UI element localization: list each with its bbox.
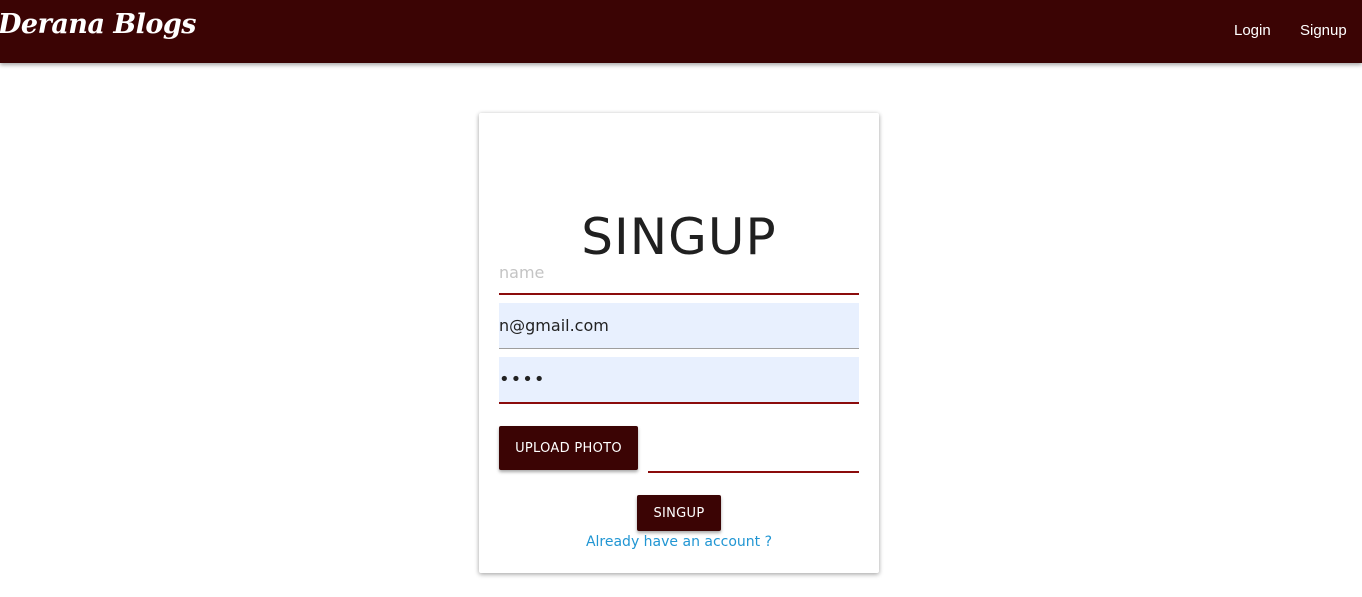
brand-logo[interactable]: Derana Blogs xyxy=(0,9,197,40)
nav-signup-link[interactable]: Signup xyxy=(1300,22,1347,39)
name-input[interactable] xyxy=(499,251,859,295)
upload-photo-button[interactable]: UPLOAD PHOTO xyxy=(499,426,638,470)
password-input[interactable] xyxy=(499,357,859,404)
nav-login-link[interactable]: Login xyxy=(1234,22,1271,39)
signup-card: SINGUP UPLOAD PHOTO SINGUP Already have … xyxy=(479,113,879,573)
top-navbar: Derana Blogs Login Signup xyxy=(0,0,1362,63)
signup-submit-button[interactable]: SINGUP xyxy=(637,495,721,531)
email-input[interactable] xyxy=(499,303,859,349)
login-redirect-link[interactable]: Already have an account ? xyxy=(479,534,879,550)
file-path-input[interactable] xyxy=(648,431,859,473)
